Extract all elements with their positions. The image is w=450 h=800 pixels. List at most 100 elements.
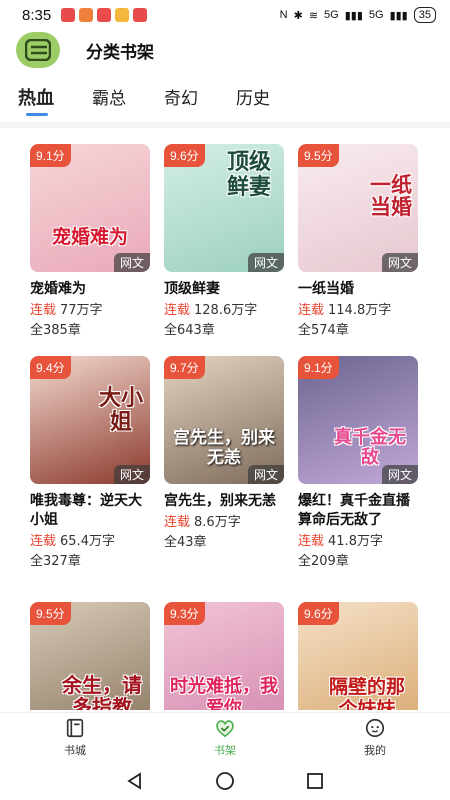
source-tag: 网文 [381,253,418,272]
nav-bookshelf[interactable]: 书架 [150,713,300,762]
source-tag: 网文 [113,465,150,484]
network-label: 5G [324,9,339,21]
book-title[interactable]: 宫先生，别来无恙 [164,492,284,511]
book-meta: 连载 77万字 [30,302,150,319]
book-meta: 连载 41.8万字 [298,533,418,550]
book-card[interactable]: 9.6分 顶级鲜妻 网文 顶级鲜妻 连载 128.6万字 全643章 [164,144,284,339]
chapter-count: 全574章 [298,323,349,338]
back-icon[interactable] [125,771,145,791]
score-badge: 9.1分 [30,144,71,167]
source-tag: 网文 [247,253,284,272]
cover-title: 大小姐 [98,385,143,435]
nav-label: 我的 [364,744,386,757]
word-count: 8.6万字 [194,515,241,530]
notification-icon [61,8,76,22]
book-cover[interactable]: 9.3分 时光难抵，我爱你 [164,602,284,710]
cover-title: 余生，请多指教 [62,673,142,710]
nfc-icon: N [279,9,288,21]
book-cover[interactable]: 9.4分 大小姐 网文 [30,356,150,484]
nav-label: 书架 [214,744,236,757]
book-cover[interactable]: 9.1分 真千金无敌 网文 [298,356,418,484]
book-cover[interactable]: 9.5分 余生，请多指教 [30,602,150,710]
score-badge: 9.7分 [164,356,205,379]
nav-profile[interactable]: 我的 [300,713,450,762]
status-indicators: N ✱ ≋ 5G ▮▮▮ 5G ▮▮▮ 35 [280,7,436,23]
book-card[interactable]: 9.4分 大小姐 网文 唯我毒尊：逆天大小姐 连载 65.4万字 全327章 [30,356,150,570]
source-tag: 网文 [247,465,284,484]
cover-title: 真千金无敌 [334,427,406,468]
book-cover[interactable]: 9.7分 宫先生，别来无恙 网文 [164,356,284,484]
score-badge: 9.5分 [30,602,71,625]
book-title[interactable]: 顶级鲜妻 [164,280,284,299]
book-card[interactable]: 9.1分 宠婚难为 网文 宠婚难为 连载 77万字 全385章 [30,144,150,339]
bookshelf-heart-icon [216,720,234,738]
wifi-icon: ≋ [308,9,319,22]
book-card[interactable]: 9.3分 时光难抵，我爱你 [164,602,284,710]
cover-title: 宠婚难为 [51,226,128,248]
book-cover[interactable]: 9.6分 顶级鲜妻 网文 [164,144,284,272]
bookshelf-logo-icon[interactable] [16,32,60,68]
source-tag: 网文 [113,253,150,272]
word-count: 114.8万字 [328,303,392,318]
serial-status: 连载 [298,534,325,549]
home-icon[interactable] [214,770,236,792]
notification-icon [133,8,148,22]
cover-title: 时光难抵，我爱你 [170,676,278,710]
score-badge: 9.4分 [30,356,71,379]
score-badge: 9.6分 [164,144,205,167]
notification-icon [79,8,94,22]
nav-book-city[interactable]: 书城 [0,713,150,762]
serial-status: 连载 [164,303,191,318]
app-header: 分类书架 [0,28,450,72]
chapter-count: 全327章 [30,554,81,569]
book-title[interactable]: 一纸当婚 [298,280,418,299]
chapter-count: 全43章 [164,535,207,550]
signal-icon: ▮▮▮ [344,9,363,22]
book-card[interactable]: 9.1分 真千金无敌 网文 爆红！真千金直播算命后无敌了 连载 41.8万字 全2… [298,356,418,570]
book-meta: 连载 65.4万字 [30,533,150,550]
book-cover[interactable]: 9.5分 一纸当婚 网文 [298,144,418,272]
word-count: 128.6万字 [194,303,258,318]
book-card[interactable]: 9.5分 一纸当婚 网文 一纸当婚 连载 114.8万字 全574章 [298,144,418,339]
tab-hot-blood[interactable]: 热血 [18,84,54,118]
book-cover[interactable]: 9.6分 隔壁的那个妹妹 [298,602,418,710]
network-label: 5G [368,9,384,21]
score-badge: 9.3分 [164,602,205,625]
bottom-nav: 书城 书架 我的 [0,712,450,762]
cover-title: 一纸当婚 [370,172,412,219]
book-meta: 连载 128.6万字 [164,302,284,319]
book-card[interactable]: 9.6分 隔壁的那个妹妹 [298,602,418,710]
tab-history[interactable]: 历史 [236,84,270,118]
score-badge: 9.5分 [298,144,339,167]
cover-title: 顶级鲜妻 [226,149,271,200]
tab-ceo[interactable]: 霸总 [92,84,126,118]
book-title[interactable]: 宠婚难为 [30,280,150,299]
word-count: 77万字 [60,303,103,318]
serial-status: 连载 [30,534,57,549]
book-title[interactable]: 爆红！真千金直播算命后无敌了 [298,492,418,530]
battery-indicator: 35 [413,7,436,23]
cover-title: 宫先生，别来无恙 [173,428,275,468]
nav-label: 书城 [64,744,86,757]
book-card[interactable]: 9.7分 宫先生，别来无恙 网文 宫先生，别来无恙 连载 8.6万字 全43章 [164,356,284,551]
recents-icon[interactable] [305,771,325,791]
book-meta: 连载 114.8万字 [298,302,418,319]
book-city-icon [66,718,84,738]
notification-icon [97,8,112,22]
cover-title: 隔壁的那个妹妹 [328,676,405,710]
chapter-count: 全643章 [164,323,215,338]
signal-icon: ▮▮▮ [389,9,408,22]
bluetooth-icon: ✱ [293,9,303,22]
tab-fantasy[interactable]: 奇幻 [164,84,198,118]
book-card[interactable]: 9.5分 余生，请多指教 [30,602,150,710]
status-bar: 8:35 N ✱ ≋ 5G ▮▮▮ 5G ▮▮▮ 35 [0,0,450,30]
book-title[interactable]: 唯我毒尊：逆天大小姐 [30,492,150,530]
divider [0,122,450,128]
status-time: 8:35 [22,6,52,24]
page-title: 分类书架 [86,42,154,63]
word-count: 41.8万字 [328,534,383,549]
book-cover[interactable]: 9.1分 宠婚难为 网文 [30,144,150,272]
system-nav-bar [0,762,450,800]
source-tag: 网文 [381,465,418,484]
chapter-count: 全209章 [298,554,349,569]
